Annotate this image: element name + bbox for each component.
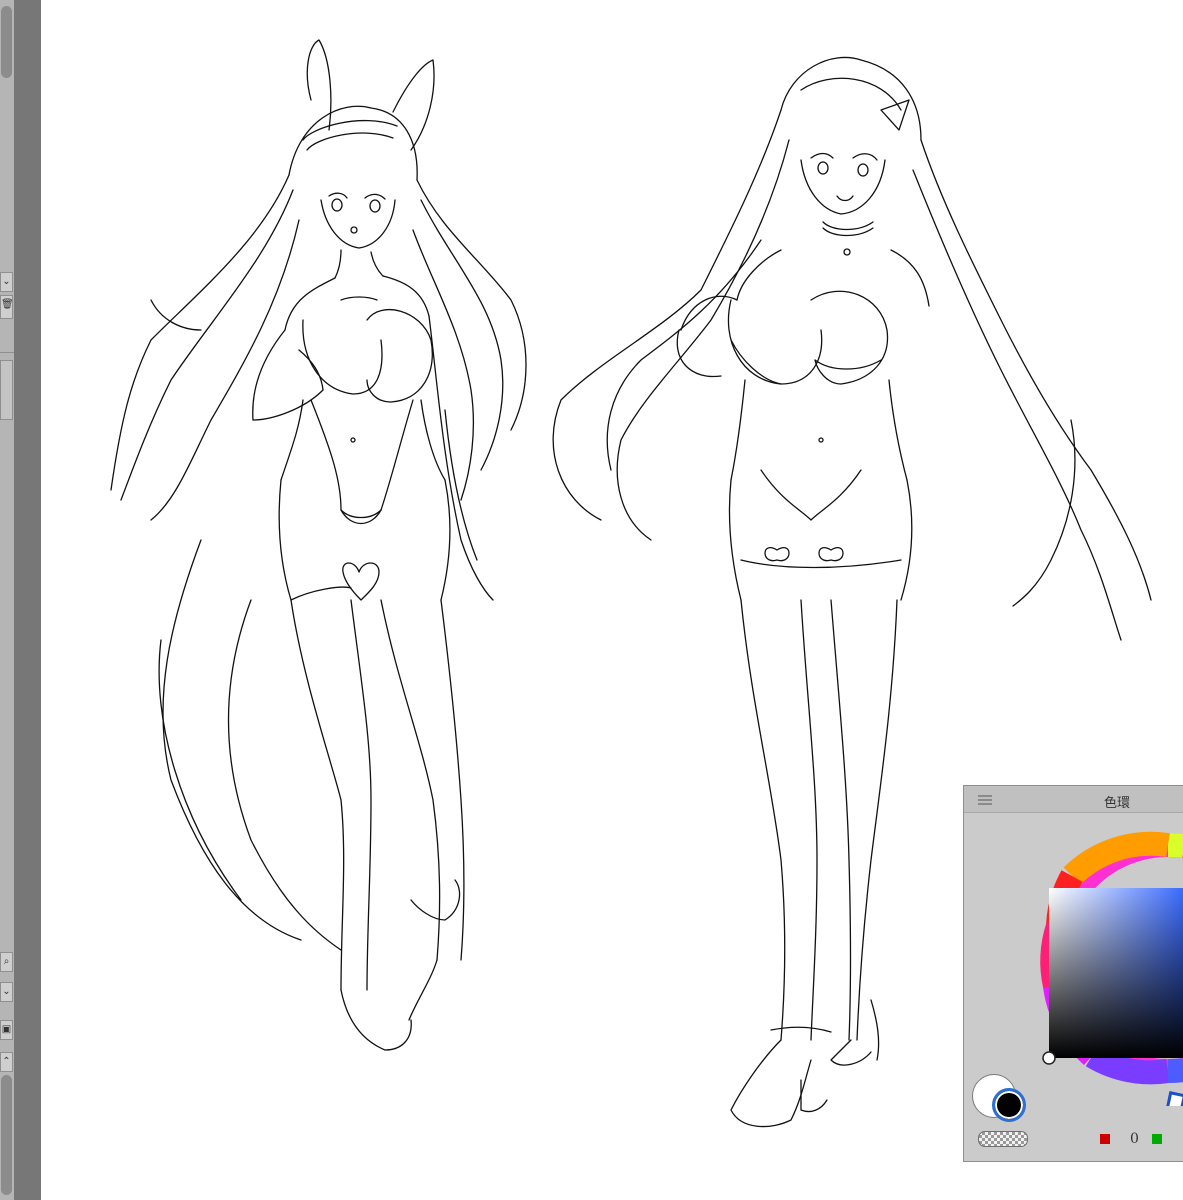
canvas-gutter bbox=[14, 0, 41, 1200]
left-panel-strip: ⌄ 🗑 ⌕ ⌄ ▣ ⌃ bbox=[0, 0, 15, 1200]
color-swatches bbox=[972, 1074, 1034, 1130]
trash-icon[interactable]: 🗑 bbox=[0, 295, 14, 319]
chevron-down-icon[interactable]: ⌄ bbox=[0, 272, 13, 292]
red-channel-value: 0 bbox=[1130, 1131, 1139, 1147]
sv-picker-handle[interactable] bbox=[1042, 1051, 1056, 1065]
color-wheel[interactable] bbox=[972, 816, 1183, 1121]
layer-thumbnail[interactable] bbox=[0, 360, 13, 420]
zoom-icon[interactable]: ⌕ bbox=[0, 952, 13, 972]
red-channel-swatch bbox=[1100, 1134, 1110, 1144]
scrollbar-track[interactable] bbox=[1, 1075, 12, 1195]
divider bbox=[0, 352, 14, 353]
panel-header[interactable]: 色環 bbox=[964, 786, 1183, 813]
chevron-up-icon[interactable]: ⌃ bbox=[0, 1052, 13, 1072]
foreground-color-swatch[interactable] bbox=[992, 1088, 1026, 1122]
panel-title: 色環 bbox=[1104, 796, 1131, 811]
color-wheel-panel: 色環 0 bbox=[963, 785, 1183, 1162]
rgb-readout: 0 bbox=[1100, 1131, 1183, 1148]
layer-icon[interactable]: ▣ bbox=[0, 1020, 13, 1040]
scrollbar-thumb[interactable] bbox=[1, 6, 12, 78]
green-channel-swatch bbox=[1152, 1134, 1162, 1144]
color-wheel-graphic bbox=[1040, 831, 1183, 1121]
chevron-down-icon[interactable]: ⌄ bbox=[0, 982, 13, 1002]
hue-picker-handle[interactable] bbox=[1163, 1091, 1183, 1121]
transparent-color-swatch[interactable] bbox=[978, 1131, 1028, 1147]
menu-icon[interactable] bbox=[978, 795, 992, 805]
